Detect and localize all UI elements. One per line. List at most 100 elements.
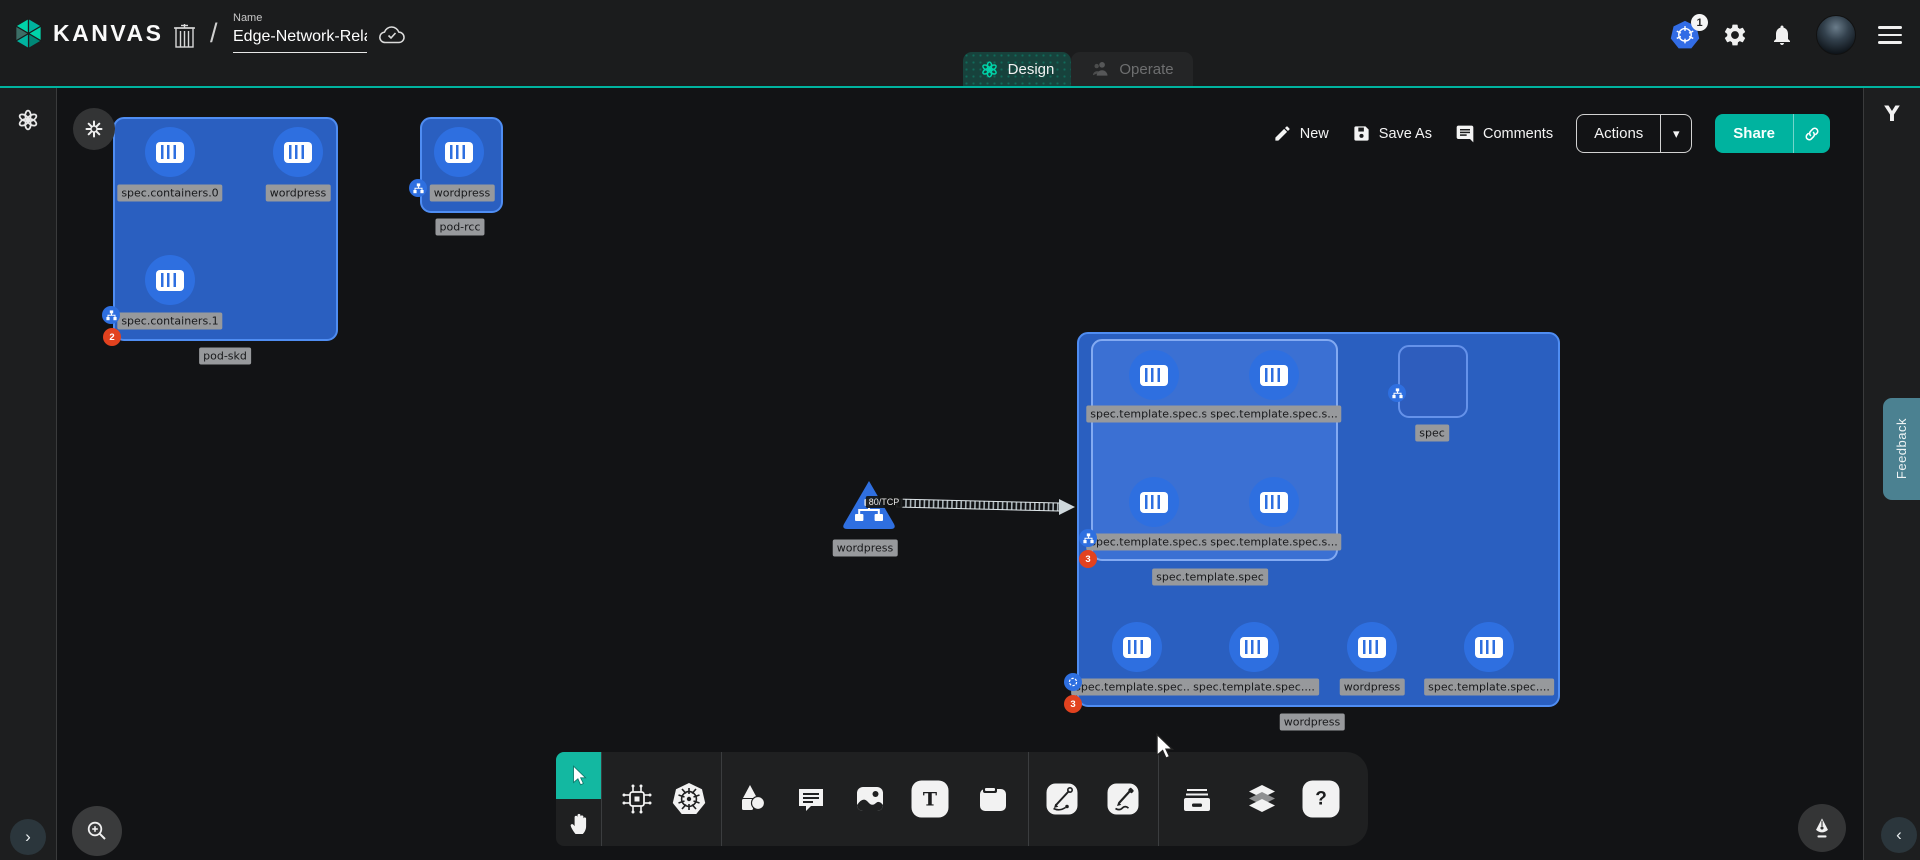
select-tool-button[interactable]: [556, 752, 601, 799]
node-label: spec.template.spec.s...: [1206, 534, 1341, 551]
container-node[interactable]: [1464, 622, 1514, 672]
save-as-label: Save As: [1379, 126, 1432, 142]
context-count-badge: 1: [1691, 14, 1708, 31]
zoom-button[interactable]: [72, 806, 122, 856]
relationship-badge-icon[interactable]: [409, 179, 427, 197]
design-spiral-icon: [980, 60, 999, 79]
comment-tool-button[interactable]: [795, 783, 827, 815]
node-label: wordpress: [833, 540, 898, 557]
caret-down-icon[interactable]: ▾: [1661, 115, 1691, 152]
edge-service-to-deployment[interactable]: [893, 492, 1079, 518]
tab-operate[interactable]: Operate: [1071, 52, 1193, 86]
error-count-badge[interactable]: 2: [103, 328, 121, 346]
freehand-pencil-icon: [1105, 781, 1142, 818]
node-label: spec.template.spec....: [1189, 679, 1319, 696]
organization-icon[interactable]: [172, 22, 197, 50]
image-tool-button[interactable]: [852, 781, 888, 817]
chip-icon: [620, 782, 654, 816]
kanvas-logo-icon: [12, 17, 45, 50]
container-icon: [1123, 637, 1151, 658]
feedback-tab[interactable]: Feedback: [1883, 398, 1920, 500]
designs-spiral-icon[interactable]: [16, 108, 40, 132]
design-pen-button[interactable]: [1798, 804, 1846, 852]
error-count-badge[interactable]: 3: [1079, 550, 1097, 568]
canvas-toolbar: T: [556, 752, 1368, 846]
container-icon: [156, 270, 184, 291]
validate-y-icon[interactable]: Y: [1884, 102, 1899, 126]
container-node[interactable]: [1129, 350, 1179, 400]
design-name-input[interactable]: [233, 28, 367, 53]
annotation-badge-icon[interactable]: [1064, 673, 1082, 691]
component-tool-button[interactable]: [620, 782, 654, 816]
tab-design[interactable]: Design: [963, 52, 1071, 86]
cursor-arrow-icon: [569, 765, 589, 787]
container-node[interactable]: [1249, 477, 1299, 527]
pan-tool-button[interactable]: [556, 799, 601, 846]
text-tool-button[interactable]: T: [912, 781, 949, 818]
breadcrumb-separator: /: [210, 18, 218, 49]
mode-tabs: Design Operate: [963, 52, 1193, 86]
expand-left-panel-button[interactable]: ›: [10, 819, 46, 855]
tab-operate-label: Operate: [1119, 61, 1173, 78]
kubernetes-context-button[interactable]: 1: [1670, 20, 1700, 50]
pen-tool-button[interactable]: [1044, 781, 1081, 818]
expand-right-panel-button[interactable]: ‹: [1881, 817, 1917, 853]
relationship-badge-icon[interactable]: [1079, 529, 1097, 547]
logo-text: KANVAS: [53, 20, 163, 47]
node-label: spec.containers.1: [117, 313, 222, 330]
pen-path-icon: [1044, 781, 1081, 818]
share-button[interactable]: Share: [1715, 114, 1830, 153]
comments-button[interactable]: Comments: [1455, 124, 1553, 144]
logo[interactable]: KANVAS: [12, 17, 163, 50]
kubernetes-tool-button[interactable]: [671, 781, 707, 817]
node-spec[interactable]: [1398, 345, 1468, 418]
settings-gear-icon[interactable]: [1722, 22, 1748, 48]
layers-tool-button[interactable]: [1244, 781, 1280, 817]
group-spec-template-spec[interactable]: [1091, 339, 1338, 561]
user-avatar[interactable]: [1816, 15, 1856, 55]
magnifier-plus-icon: [85, 819, 109, 843]
menu-hamburger-icon[interactable]: [1878, 22, 1902, 48]
container-node[interactable]: [1229, 622, 1279, 672]
container-node-wordpress[interactable]: [273, 127, 323, 177]
pencil-icon: [1273, 124, 1292, 143]
pen-nib-icon: [1811, 816, 1833, 840]
chevron-right-icon: ›: [25, 827, 31, 847]
container-node[interactable]: [1112, 622, 1162, 672]
container-icon: [1260, 492, 1288, 513]
error-count-badge[interactable]: 3: [1064, 695, 1082, 713]
container-node-spec-containers-0[interactable]: [145, 127, 195, 177]
toolbar-divider: [1158, 752, 1159, 846]
link-icon[interactable]: [1794, 114, 1830, 153]
container-node-wordpress-rcc[interactable]: [434, 127, 484, 177]
node-label: spec: [1415, 425, 1449, 442]
save-as-button[interactable]: Save As: [1352, 124, 1432, 143]
feedback-label: Feedback: [1894, 418, 1909, 479]
node-label: wordpress: [266, 185, 331, 202]
tab-design-label: Design: [1008, 61, 1055, 78]
comment-bubble-icon: [795, 783, 827, 815]
relationship-badge-icon[interactable]: [1388, 384, 1406, 402]
design-name-field: Name: [233, 12, 367, 53]
drawer-tool-button[interactable]: [1179, 782, 1215, 816]
container-node[interactable]: [1129, 477, 1179, 527]
relationship-badge-icon[interactable]: [102, 306, 120, 324]
canvas-gear-button[interactable]: [73, 108, 115, 150]
freehand-tool-button[interactable]: [1105, 781, 1142, 818]
kanvas-app: KANVAS / Name: [0, 0, 1920, 860]
container-icon: [156, 142, 184, 163]
help-tool-button[interactable]: ?: [1303, 781, 1340, 818]
notifications-bell-icon[interactable]: [1770, 22, 1794, 48]
new-button[interactable]: New: [1273, 124, 1329, 143]
top-bar: KANVAS / Name: [0, 0, 1920, 86]
design-action-bar: New Save As Comments Actions ▾ S: [1273, 114, 1830, 153]
container-node[interactable]: [1249, 350, 1299, 400]
container-icon: [1260, 365, 1288, 386]
shapes-tool-button[interactable]: [735, 782, 769, 816]
new-label: New: [1300, 126, 1329, 142]
container-node-spec-containers-1[interactable]: [145, 255, 195, 305]
name-label: Name: [233, 12, 367, 24]
actions-button[interactable]: Actions ▾: [1576, 114, 1692, 153]
container-node[interactable]: [1347, 622, 1397, 672]
note-tool-button[interactable]: [975, 781, 1011, 817]
